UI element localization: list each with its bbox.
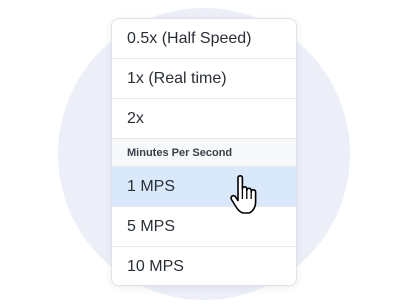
section-header-mps: Minutes Per Second: [112, 139, 296, 167]
menu-item-2x[interactable]: 2x: [112, 99, 296, 139]
stage: 0.5x (Half Speed) 1x (Real time) 2x Minu…: [0, 0, 408, 308]
menu-item-1-mps[interactable]: 1 MPS: [112, 167, 296, 207]
menu-item-real-time[interactable]: 1x (Real time): [112, 59, 296, 99]
playback-speed-menu: 0.5x (Half Speed) 1x (Real time) 2x Minu…: [111, 18, 297, 286]
menu-item-5-mps[interactable]: 5 MPS: [112, 207, 296, 247]
menu-item-half-speed[interactable]: 0.5x (Half Speed): [112, 19, 296, 59]
menu-item-10-mps[interactable]: 10 MPS: [112, 247, 296, 285]
hand-pointer-icon: [228, 175, 262, 215]
